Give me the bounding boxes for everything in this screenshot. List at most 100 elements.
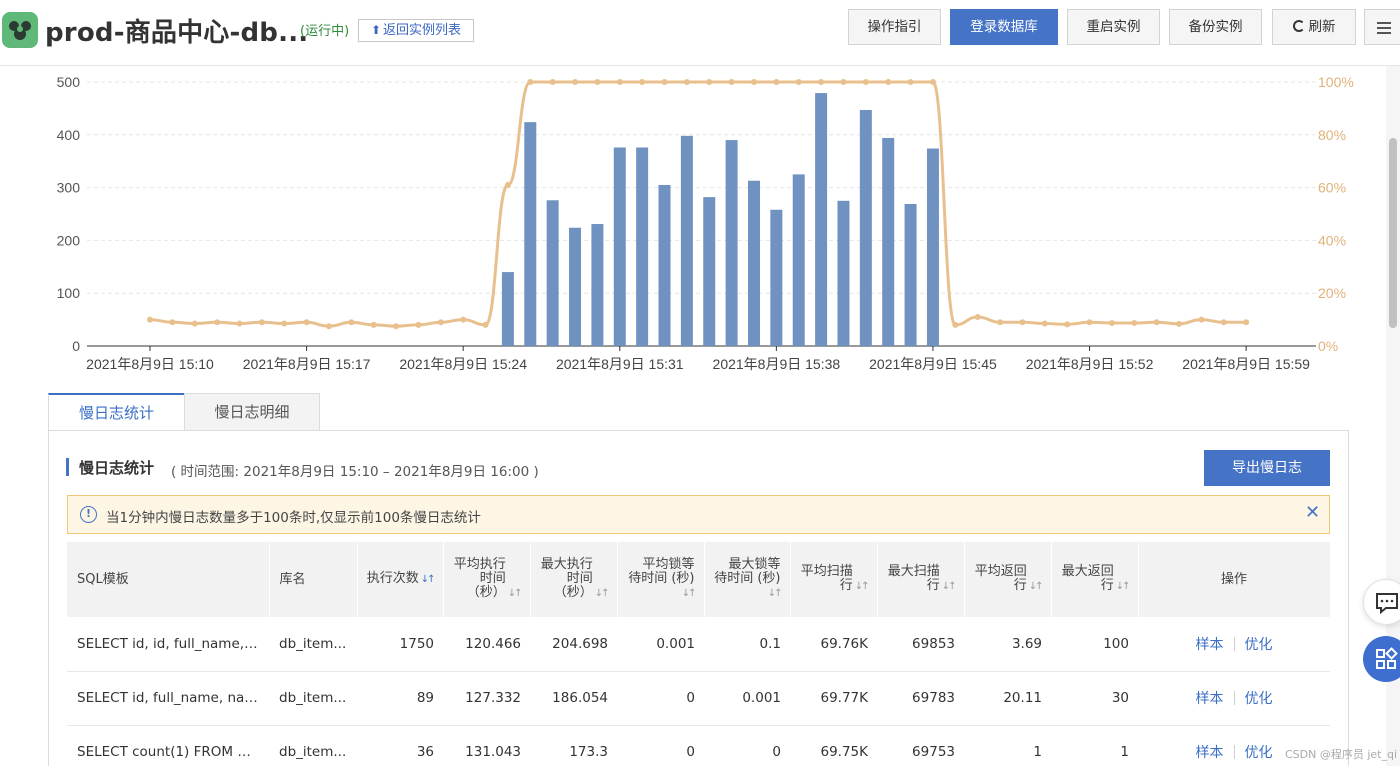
bar-15:26[interactable] <box>501 272 514 346</box>
line-point-15:37[interactable] <box>750 79 757 85</box>
bar-15:44[interactable] <box>904 203 917 346</box>
line-point-15:42[interactable] <box>862 79 869 85</box>
login-db-button[interactable]: 登录数据库 <box>950 9 1058 45</box>
feedback-chat-button[interactable] <box>1363 579 1400 625</box>
line-point-15:50[interactable] <box>1041 320 1048 327</box>
bar-15:28[interactable] <box>546 200 559 346</box>
line-point-15:32[interactable] <box>639 79 646 85</box>
bar-15:42[interactable] <box>859 109 872 346</box>
line-point-15:39[interactable] <box>795 79 802 85</box>
line-point-15:24[interactable] <box>460 316 467 323</box>
sample-link[interactable]: 样本 <box>1196 691 1224 707</box>
column-header[interactable]: 最大执行 时间 （秒） ↓↑ <box>530 542 618 617</box>
scrollbar-thumb[interactable] <box>1389 138 1397 328</box>
line-point-15:12[interactable] <box>191 320 198 327</box>
line-point-15:25[interactable] <box>482 321 489 328</box>
column-header[interactable]: 平均扫描行 ↓↑ <box>790 542 878 617</box>
sample-link[interactable]: 样本 <box>1196 745 1224 761</box>
column-header[interactable]: 平均锁等 待时间 (秒) ↓↑ <box>617 542 705 617</box>
line-point-15:44[interactable] <box>907 79 914 85</box>
line-point-15:21[interactable] <box>393 323 400 330</box>
line-point-15:34[interactable] <box>683 79 690 85</box>
line-point-15:53[interactable] <box>1108 320 1115 327</box>
bar-15:39[interactable] <box>792 174 805 346</box>
bar-15:27[interactable] <box>524 122 537 347</box>
apps-button[interactable] <box>1363 636 1400 682</box>
line-point-15:33[interactable] <box>661 79 668 85</box>
line-point-15:29[interactable] <box>572 79 579 85</box>
bar-15:33[interactable] <box>658 184 671 346</box>
sort-icon[interactable]: ↓↑ <box>942 580 957 594</box>
bar-15:45[interactable] <box>926 148 939 346</box>
line-point-15:16[interactable] <box>281 320 288 327</box>
column-header[interactable]: 最大锁等 待时间 (秒) ↓↑ <box>704 542 791 617</box>
line-point-15:47[interactable] <box>974 313 981 320</box>
line-point-15:56[interactable] <box>1176 320 1183 327</box>
line-point-15:36[interactable] <box>728 79 735 85</box>
sort-icon[interactable]: ↓↑ <box>421 573 436 587</box>
line-point-15:41[interactable] <box>840 79 847 85</box>
line-point-15:28[interactable] <box>549 79 556 85</box>
line-point-15:38[interactable] <box>773 79 780 85</box>
line-point-15:27[interactable] <box>527 79 534 85</box>
back-to-list-button[interactable]: ⬆ 返回实例列表 <box>358 19 474 42</box>
line-point-15:43[interactable] <box>885 79 892 85</box>
column-header[interactable]: 最大扫描行 ↓↑ <box>877 542 965 617</box>
optimize-link[interactable]: 优化 <box>1245 691 1273 707</box>
line-point-15:46[interactable] <box>952 321 959 328</box>
line-point-15:51[interactable] <box>1064 321 1071 328</box>
bar-15:43[interactable] <box>882 137 895 346</box>
line-point-15:22[interactable] <box>415 321 422 328</box>
line-point-15:58[interactable] <box>1220 319 1227 326</box>
bar-15:38[interactable] <box>770 209 783 346</box>
line-point-15:30[interactable] <box>594 79 601 85</box>
column-header[interactable]: 最大返回行 ↓↑ <box>1051 542 1139 617</box>
line-point-15:15[interactable] <box>258 319 265 326</box>
line-point-15:52[interactable] <box>1086 319 1093 326</box>
optimize-link[interactable]: 优化 <box>1245 637 1273 653</box>
sort-icon[interactable]: ↓↑ <box>1116 580 1131 594</box>
bar-15:41[interactable] <box>837 200 850 346</box>
line-point-15:31[interactable] <box>616 79 623 85</box>
line-point-15:59[interactable] <box>1243 319 1250 326</box>
line-point-15:55[interactable] <box>1153 319 1160 326</box>
sort-icon[interactable]: ↓↑ <box>855 580 870 594</box>
sort-icon[interactable]: ↓↑ <box>1029 580 1044 594</box>
sort-icon[interactable]: ↓↑ <box>768 587 783 601</box>
tab-slow-log-stats[interactable]: 慢日志统计 <box>48 393 185 431</box>
line-point-15:17[interactable] <box>303 319 310 326</box>
line-point-15:57[interactable] <box>1198 316 1205 323</box>
bar-15:34[interactable] <box>680 135 693 346</box>
export-slow-log-button[interactable]: 导出慢日志 <box>1204 450 1330 486</box>
line-point-15:18[interactable] <box>325 323 332 330</box>
sort-icon[interactable]: ↓↑ <box>595 587 610 601</box>
line-point-15:11[interactable] <box>169 319 176 326</box>
sort-icon[interactable]: ↓↑ <box>682 587 697 601</box>
bar-15:30[interactable] <box>591 224 604 346</box>
line-point-15:54[interactable] <box>1131 320 1138 327</box>
column-header[interactable]: 执行次数 ↓↑ <box>357 542 444 617</box>
refresh-button[interactable]: 刷新 <box>1272 9 1356 45</box>
line-point-15:48[interactable] <box>997 319 1004 326</box>
line-point-15:40[interactable] <box>818 79 825 85</box>
line-point-15:45[interactable] <box>929 79 936 85</box>
line-point-15:19[interactable] <box>348 319 355 326</box>
guide-button[interactable]: 操作指引 <box>848 9 941 45</box>
list-view-button[interactable] <box>1364 9 1400 45</box>
column-header[interactable]: 平均返回行 ↓↑ <box>964 542 1052 617</box>
tab-slow-log-detail[interactable]: 慢日志明细 <box>184 393 320 431</box>
line-point-15:35[interactable] <box>706 79 713 85</box>
line-point-15:14[interactable] <box>236 320 243 327</box>
bar-15:37[interactable] <box>747 180 760 346</box>
sample-link[interactable]: 样本 <box>1196 637 1224 653</box>
line-point-15:49[interactable] <box>1019 319 1026 326</box>
line-point-15:10[interactable] <box>147 316 153 323</box>
column-header[interactable]: 平均执行 时间 （秒） ↓↑ <box>443 542 531 617</box>
line-point-15:20[interactable] <box>370 321 377 328</box>
bar-15:32[interactable] <box>636 147 649 346</box>
sort-icon[interactable]: ↓↑ <box>508 587 523 601</box>
bar-15:40[interactable] <box>815 93 828 346</box>
close-icon[interactable]: ✕ <box>1305 502 1320 523</box>
bar-15:36[interactable] <box>725 140 738 346</box>
bar-15:29[interactable] <box>569 227 582 346</box>
